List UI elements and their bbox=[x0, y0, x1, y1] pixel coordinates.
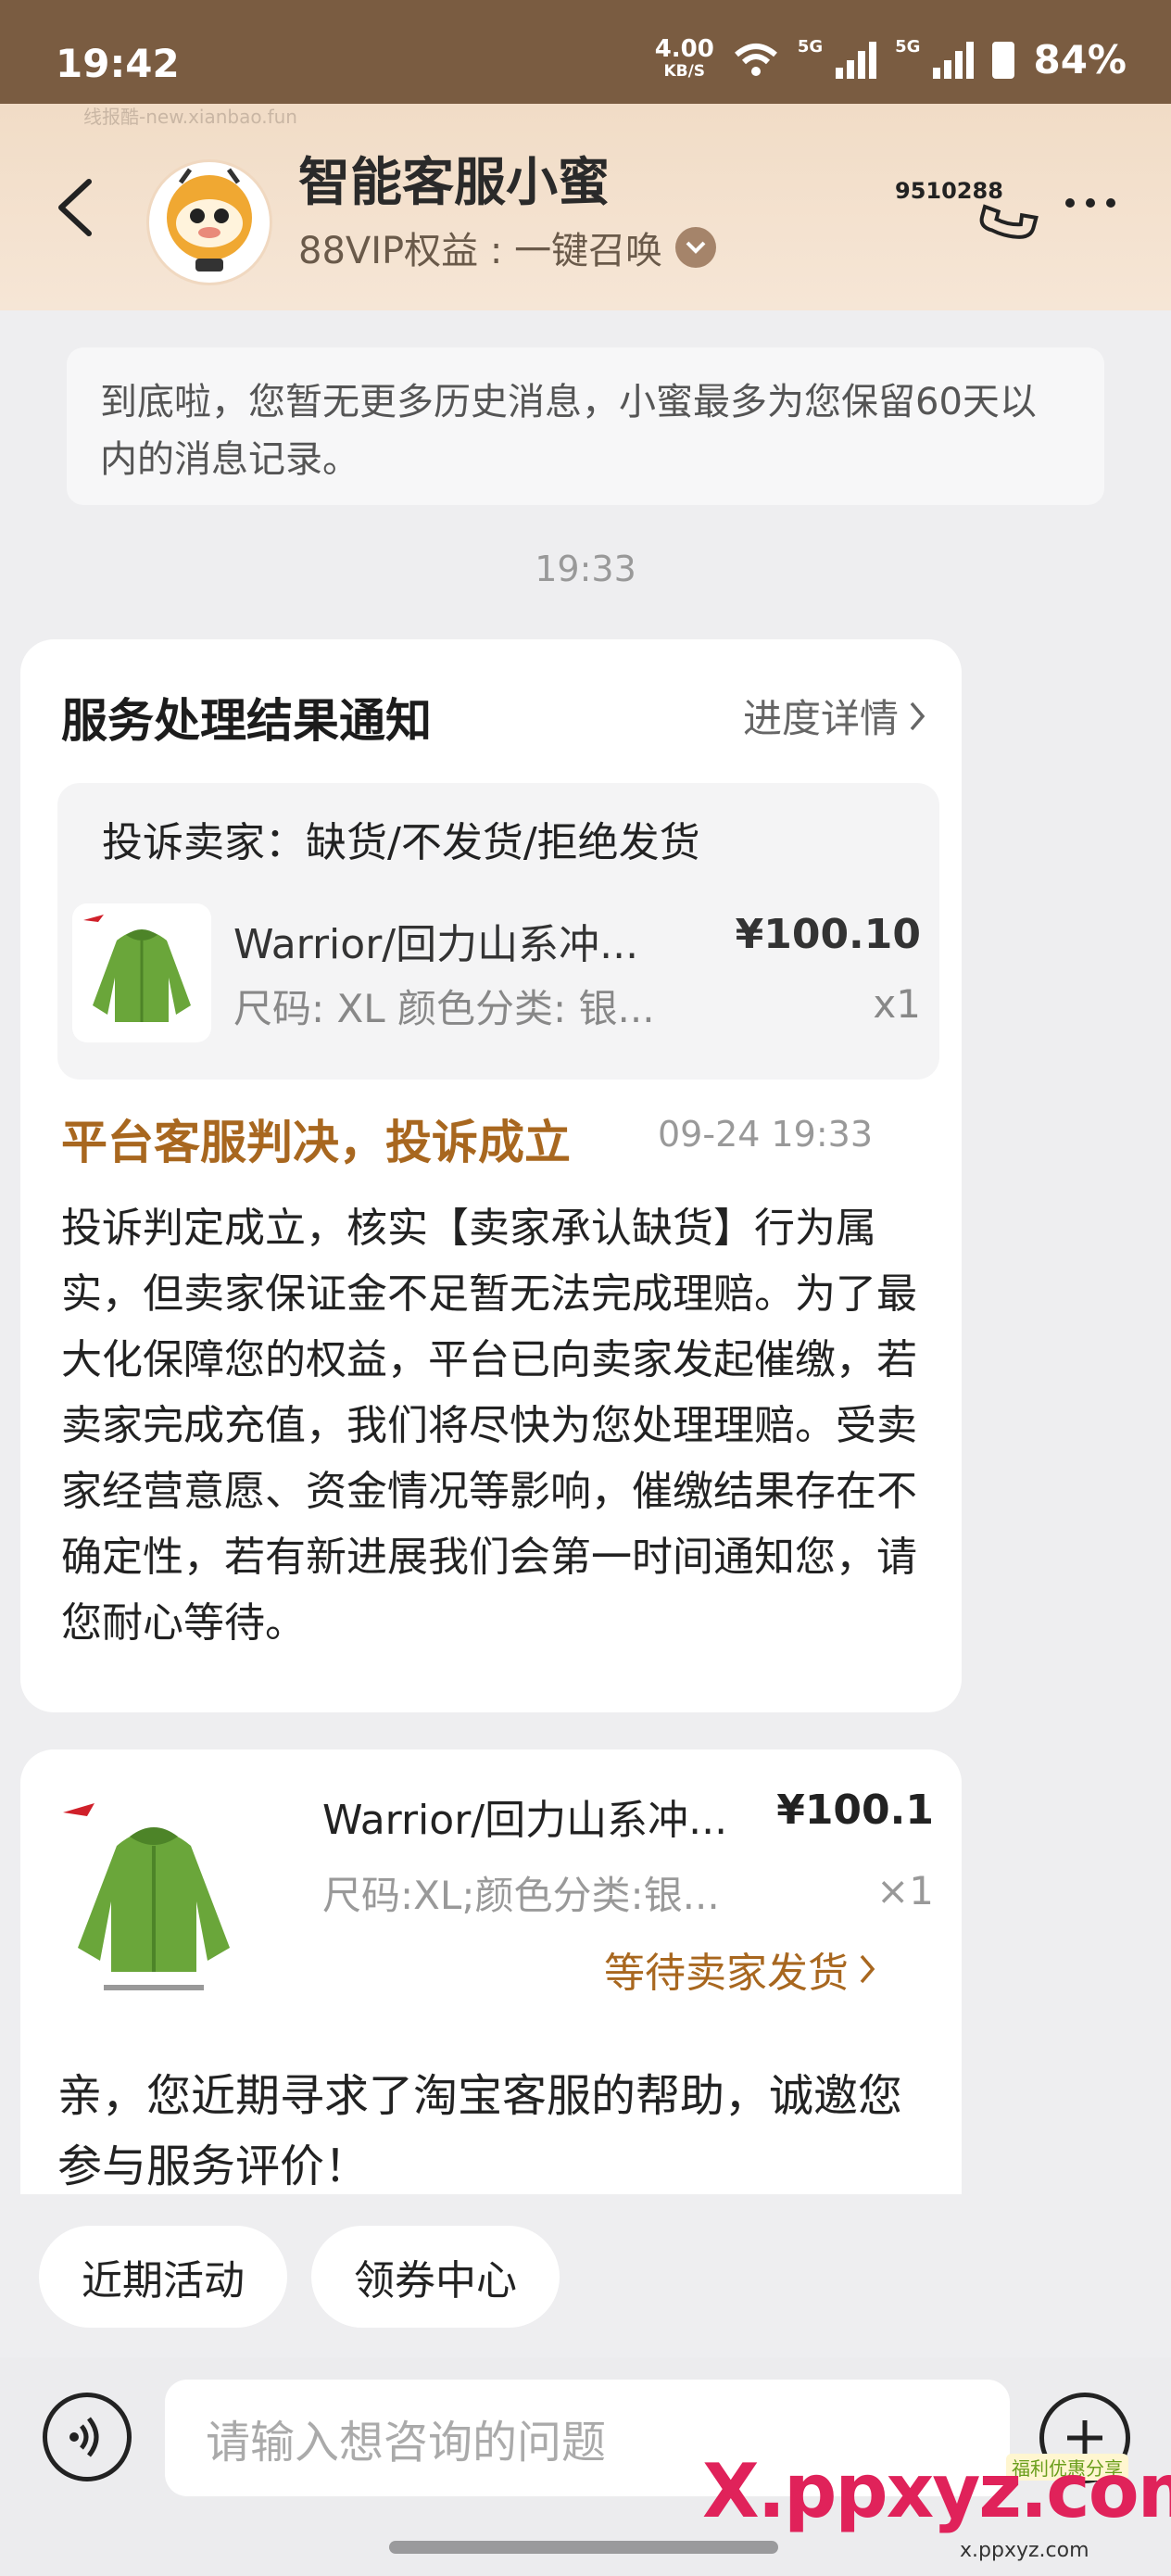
history-notice: 到底啦，您暂无更多历史消息，小蜜最多为您保留60天以内的消息记录。 bbox=[67, 347, 1104, 505]
product-price: ¥100.10 bbox=[735, 911, 921, 958]
status-indicators: 4.00 KB/S 5G 5G 84% bbox=[654, 34, 1127, 83]
header-watermark: 线报酷-new.xianbao.fun bbox=[83, 106, 297, 128]
product-spec: 尺码: XL 颜色分类: 银... bbox=[233, 986, 655, 1031]
order-status-card[interactable]: Warrior/回力山系冲... 尺码:XL;颜色分类:银... ¥100.1 … bbox=[20, 1749, 962, 2194]
quick-chips: 近期活动 领券中心 bbox=[39, 2226, 560, 2328]
order-status-link[interactable]: 等待卖家发货 bbox=[604, 1939, 876, 1999]
status-time: 19:42 bbox=[56, 41, 180, 86]
review-invite-text: 亲，您近期寻求了淘宝客服的帮助，诚邀您参与服务评价！ bbox=[57, 2070, 903, 2192]
chevron-right-icon bbox=[910, 701, 925, 730]
jacket-image bbox=[83, 915, 191, 1022]
battery-level: 84% bbox=[1033, 37, 1127, 82]
mascot-avatar[interactable] bbox=[146, 159, 272, 285]
signal-type-2: 5G bbox=[895, 37, 921, 57]
product-name: Warrior/回力山系冲... bbox=[233, 921, 639, 968]
chat-title: 智能客服小蜜 bbox=[298, 153, 610, 213]
site-watermark-small: x.ppxyz.com bbox=[960, 2539, 1089, 2562]
voice-wave-icon bbox=[69, 2417, 99, 2457]
verdict-heading: 平台客服判决，投诉成立 bbox=[61, 1116, 571, 1169]
phone-icon[interactable] bbox=[963, 165, 1047, 248]
signal-bars-2-icon bbox=[933, 41, 975, 79]
chip-coupon-center[interactable]: 领券中心 bbox=[311, 2226, 560, 2328]
card-title: 服务处理结果通知 bbox=[61, 694, 432, 748]
more-icon[interactable] bbox=[1065, 198, 1115, 208]
service-result-card: 服务处理结果通知 进度详情 投诉卖家：缺货/不发货/拒绝发货 Warrior/回… bbox=[20, 639, 962, 1712]
wifi-icon bbox=[734, 43, 777, 76]
back-arrow-icon[interactable] bbox=[54, 176, 94, 239]
order-status-label: 等待卖家发货 bbox=[604, 1950, 849, 1997]
verdict-time: 09-24 19:33 bbox=[658, 1114, 874, 1155]
product-spec: 尺码:XL;颜色分类:银... bbox=[322, 1873, 720, 1918]
verdict-body: 投诉判定成立，核实【卖家承认缺货】行为属实，但卖家保证金不足暂无法完成理赔。为了… bbox=[61, 1205, 917, 1647]
site-watermark: X.ppxyz.com bbox=[702, 2448, 1171, 2534]
chevron-down-icon[interactable] bbox=[675, 227, 717, 268]
product-quantity: ×1 bbox=[876, 1868, 934, 1913]
mascot-icon bbox=[167, 168, 252, 271]
signal-type-1: 5G bbox=[797, 37, 824, 57]
product-thumbnail bbox=[72, 903, 211, 1042]
product-quantity: x1 bbox=[873, 981, 921, 1027]
product-thumbnail bbox=[48, 1781, 259, 2013]
status-bar: 19:42 4.00 KB/S 5G 5G 84% bbox=[0, 0, 1171, 104]
product-name: Warrior/回力山系冲... bbox=[322, 1797, 728, 1844]
voice-icon[interactable] bbox=[43, 2393, 132, 2481]
net-speed: 4.00 KB/S bbox=[654, 34, 714, 81]
vip-summon[interactable]: 88VIP权益 : 一键召唤 bbox=[298, 221, 717, 274]
vip-summon-label: 88VIP权益 : 一键召唤 bbox=[298, 230, 663, 272]
progress-detail-label: 进度详情 bbox=[742, 696, 899, 741]
complaint-reason: 投诉卖家：缺货/不发货/拒绝发货 bbox=[102, 819, 700, 866]
jacket-image bbox=[63, 1803, 230, 1990]
question-input-placeholder: 请输入想咨询的问题 bbox=[206, 2417, 607, 2469]
battery-icon bbox=[992, 41, 1015, 79]
order-summary-box[interactable]: 投诉卖家：缺货/不发货/拒绝发货 Warrior/回力山系冲... 尺码: XL… bbox=[57, 783, 939, 1080]
product-price: ¥100.1 bbox=[776, 1787, 934, 1834]
progress-detail-link[interactable]: 进度详情 bbox=[743, 688, 926, 744]
signal-bars-1-icon bbox=[836, 41, 877, 79]
chevron-right-icon bbox=[860, 1954, 875, 1984]
message-timestamp: 19:33 bbox=[535, 549, 636, 589]
chip-recent-activities[interactable]: 近期活动 bbox=[39, 2226, 287, 2328]
home-indicator[interactable] bbox=[389, 2541, 778, 2554]
